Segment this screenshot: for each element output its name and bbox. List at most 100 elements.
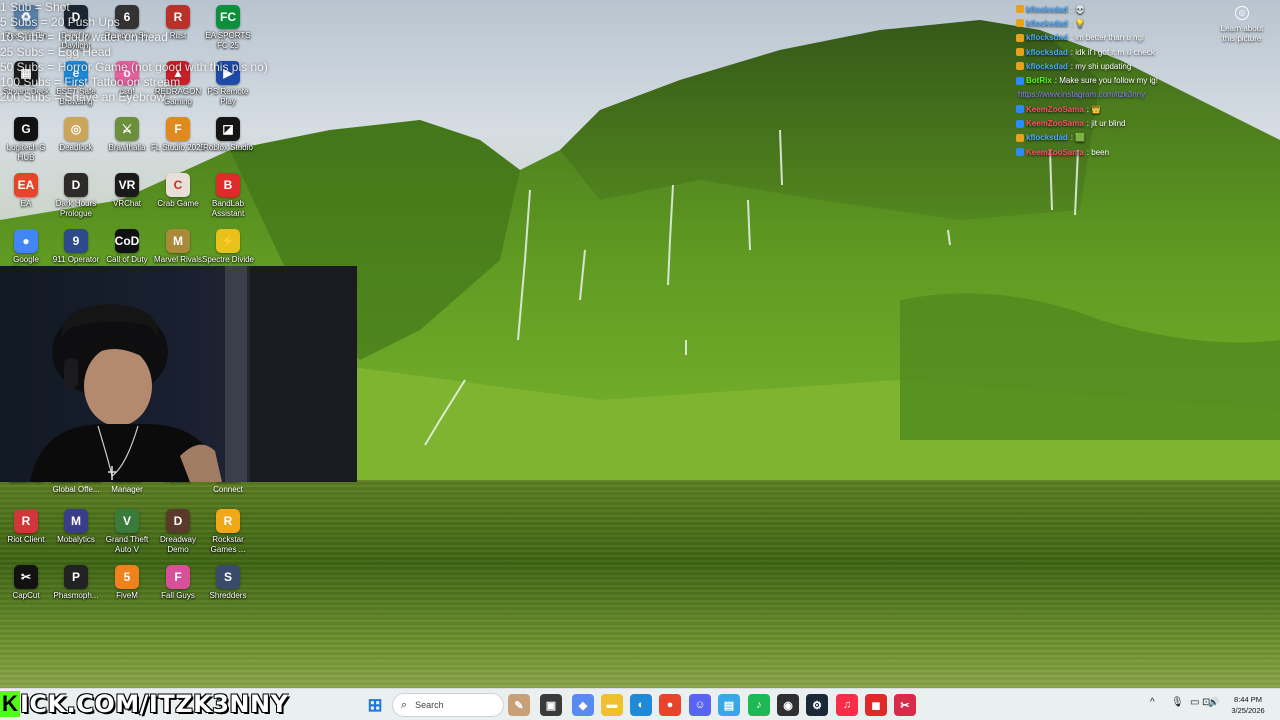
chat-message: KeemZooSama: jit ur blind — [1016, 116, 1216, 130]
desktop-icon[interactable]: F Fall Guys — [152, 565, 204, 601]
spotify-icon[interactable]: ♪ — [748, 694, 770, 716]
chat-message: kflocksdad: im better than u ngl — [1016, 31, 1216, 45]
widgets-icon[interactable]: ✎ — [508, 694, 530, 716]
desktop-icon[interactable]: G Logitech G HUB — [0, 117, 52, 163]
desktop-icon[interactable]: R Riot Client — [0, 509, 52, 545]
chat-badge-icon — [1016, 76, 1024, 85]
desktop-icon[interactable]: R Rockstar Games ... — [202, 509, 254, 555]
desktop-icon[interactable]: EA EA — [0, 173, 52, 209]
desktop-icon[interactable]: V Grand Theft Auto V — [101, 509, 153, 555]
chat-text: : Make sure you follow my ig! — [1054, 76, 1158, 86]
app-icon: EA — [14, 173, 38, 197]
desktop-icon-label: FiveM — [116, 591, 138, 600]
desktop-icon-label: Phasmoph... — [53, 591, 99, 600]
desktop-icon-label: Call of Duty — [106, 255, 148, 264]
chat-text: : im better than u ngl — [1070, 33, 1144, 43]
desktop-icon[interactable]: ✂ CapCut — [0, 565, 52, 601]
desktop-icon[interactable]: D Dreadway Demo — [152, 509, 204, 555]
taskbar-clock[interactable]: 8:44 PM 3/25/2026 — [1222, 694, 1274, 716]
desktop-icon[interactable]: ◪ Roblox Studio — [202, 117, 254, 153]
desktop-icon-label: Rockstar Games ... — [210, 535, 246, 554]
chat-text: : 👑 — [1086, 104, 1102, 114]
app-icon: CoD — [115, 229, 139, 253]
learn-about-picture[interactable]: ◎ Learn about this picture — [1214, 6, 1270, 44]
obs-icon[interactable]: ◉ — [777, 694, 799, 716]
copilot-icon[interactable]: ◆ — [572, 694, 594, 716]
desktop-icon[interactable]: 5 FiveM — [101, 565, 153, 601]
desktop-icon[interactable]: S Shredders — [202, 565, 254, 601]
app-icon: S — [216, 565, 240, 589]
chat-username: kflocksdad — [1026, 61, 1068, 71]
chat-username: KeemZooSama — [1026, 147, 1084, 157]
chat-message: kflocksdad: idk if i got it m ill check — [1016, 45, 1216, 59]
app-icon: R — [14, 509, 38, 533]
show-hidden-icons-chevron[interactable]: ^ — [1150, 697, 1155, 708]
chat-message: https://www.instagram.com/itzk3nny — [1016, 88, 1216, 102]
desktop-icon-label: Deadlock — [59, 143, 93, 152]
chat-badge-icon — [1016, 133, 1024, 142]
app-icon: P — [64, 565, 88, 589]
chat-username: kflocksdad — [1026, 47, 1068, 57]
apple-music-icon[interactable]: ♫ — [836, 694, 858, 716]
chat-text: : been — [1086, 147, 1110, 157]
app-icon: M — [166, 229, 190, 253]
chat-username: KeemZooSama — [1026, 104, 1084, 114]
subs-goal-overlay: 1 Sub = Shot 5 Subs = 20 Push Ups 10 Subs … — [0, 0, 300, 105]
desktop-icon-label: Dark Hours Prologue — [55, 199, 97, 218]
steam-icon[interactable]: ⚙ — [806, 694, 828, 716]
chat-username: kflocksdad — [1026, 133, 1068, 143]
taskbar-search-box[interactable]: ⌕ Search — [392, 693, 504, 717]
battery-icon[interactable]: ▭ — [1190, 697, 1199, 708]
volume-icon[interactable]: 🔊 — [1208, 697, 1219, 708]
desktop-icon[interactable]: P Phasmoph... — [50, 565, 102, 601]
subs-goal-line: 1 Sub = Shot — [0, 0, 70, 14]
chat-badge-icon — [1016, 105, 1024, 114]
chat-text: : jit ur blind — [1086, 119, 1126, 129]
chat-badge-icon — [1016, 119, 1024, 128]
edge-icon[interactable]: ◐ — [630, 694, 652, 716]
desktop-icon[interactable]: ◎ Deadlock — [50, 117, 102, 153]
capcut-icon[interactable]: ✂ — [894, 694, 916, 716]
clock-date: 3/25/2026 — [1231, 706, 1265, 715]
app-icon: ◎ — [64, 117, 88, 141]
desktop-icon-label: Shredders — [209, 591, 247, 600]
chat-message: KeemZooSama: 👑 — [1016, 102, 1216, 116]
app-icon: V — [115, 509, 139, 533]
desktop-icon[interactable]: M Marvel Rivals — [152, 229, 204, 265]
stream-chat-overlay: kflocksdad: 💀 kflocksdad: 💡 kflocksdad: im… — [1016, 2, 1216, 159]
desktop-icon-label: VRChat — [112, 199, 141, 208]
subs-goal-line: 50 Subs = Horror Game (not good with thi… — [0, 60, 268, 74]
subs-goal-line: 100 Subs = First Tattoo on stream — [0, 75, 181, 89]
app-icon: M — [64, 509, 88, 533]
desktop-icon-label: Logitech G HUB — [6, 143, 46, 162]
desktop-icon[interactable]: ⚔ Brawlhalla — [101, 117, 153, 153]
chrome-icon[interactable]: ● — [659, 694, 681, 716]
microphone-icon[interactable]: 🎙 — [1171, 697, 1184, 708]
chat-badge-icon — [1016, 5, 1024, 14]
desktop-icon[interactable]: B BandLab Assistant — [202, 173, 254, 219]
desktop-icon-label: FL Studio 2025 — [151, 143, 205, 152]
start-button[interactable]: ⊞ — [364, 694, 386, 716]
desktop-icon[interactable]: D Dark Hours Prologue — [50, 173, 102, 219]
search-icon: ⌕ — [401, 698, 408, 711]
desktop-icon[interactable]: C Crab Game — [152, 173, 204, 209]
microsoft-store-icon[interactable]: ▤ — [718, 694, 740, 716]
chat-text: https://www.instagram.com/itzk3nny — [1018, 90, 1146, 100]
desktop-icon-label: Brawlhalla — [108, 143, 146, 152]
discord-icon[interactable]: ☺ — [689, 694, 711, 716]
desktop-icon[interactable]: VR VRChat — [101, 173, 153, 209]
chat-message: kflocksdad: 💡 — [1016, 16, 1216, 30]
desktop-icon[interactable]: M Mobalytics — [50, 509, 102, 545]
chat-message: kflocksdad: 🟩 — [1016, 131, 1216, 145]
chat-username: kflocksdad — [1026, 4, 1068, 14]
file-explorer-icon[interactable]: ▬ — [601, 694, 623, 716]
task-view-icon[interactable]: ▣ — [540, 694, 562, 716]
desktop-icon[interactable]: ⚡ Spectre Divide — [202, 229, 254, 265]
desktop-icon[interactable]: 9 911 Operator — [50, 229, 102, 265]
desktop-icon[interactable]: F FL Studio 2025 — [151, 117, 205, 153]
app-icon: D — [64, 173, 88, 197]
app-icon: D — [166, 509, 190, 533]
desktop-icon[interactable]: CoD Call of Duty — [101, 229, 153, 265]
roblox-icon[interactable]: ◼ — [865, 694, 887, 716]
desktop-icon-label: Grand Theft Auto V — [105, 535, 149, 554]
